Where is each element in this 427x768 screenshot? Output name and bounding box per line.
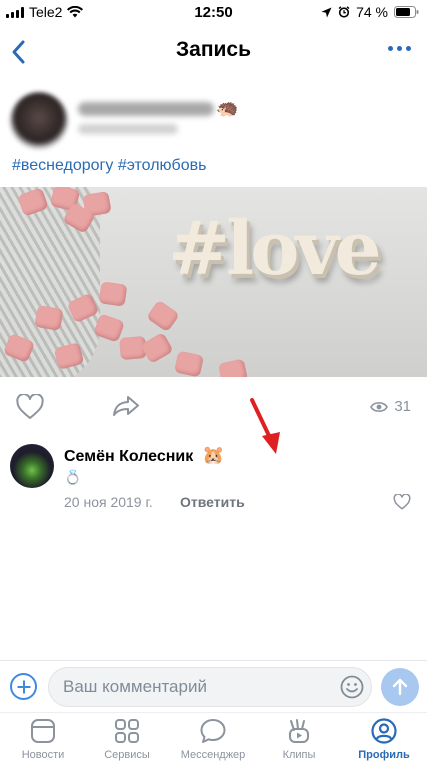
comment-input-bar [0,660,427,712]
post-hashtags[interactable]: #веснедорогу #этолюбовь [12,157,206,175]
ring-emoji-icon: 💍 [64,469,82,485]
tab-profile[interactable]: Профиль [341,717,427,761]
views-counter: 31 [370,398,411,415]
author-name-blurred[interactable] [78,102,214,116]
messenger-icon [200,719,226,743]
services-icon [115,719,139,743]
tab-services[interactable]: Сервисы [84,717,170,761]
battery-icon [394,6,419,18]
post-actions: 31 [0,392,427,422]
comment-like-heart-icon[interactable] [393,494,411,510]
reply-button[interactable]: Ответить [180,494,245,510]
comment-date: 20 ноя 2019 г. [64,494,153,510]
page-title: Запись [175,38,252,61]
attach-plus-icon[interactable] [10,673,37,700]
navigation-bar: Запись [0,28,427,76]
more-options-icon[interactable] [388,46,411,51]
love-wooden-letters: #love [168,206,382,292]
post-date-blurred [78,124,178,134]
post-header: 🦔 [10,90,420,150]
tab-bar: Новости Сервисы Мессенджер Клипы Профиль [0,712,427,768]
commenter-name[interactable]: Семён Колесник [64,448,193,466]
hamster-sticker-icon: 🐹 [202,445,225,465]
alarm-icon [338,6,350,18]
comment-input[interactable] [48,667,372,707]
location-icon [321,7,332,17]
tab-clips[interactable]: Клипы [256,717,342,761]
send-button[interactable] [381,668,419,706]
tab-news[interactable]: Новости [0,717,86,761]
status-bar: Tele2 12:50 74 % [0,0,427,24]
tab-messenger[interactable]: Мессенджер [170,717,256,761]
author-avatar[interactable] [10,92,68,150]
emoji-smile-icon[interactable] [340,675,364,699]
news-icon [31,719,55,743]
hedgehog-sticker-icon: 🦔 [216,98,239,118]
commenter-avatar[interactable] [10,444,54,488]
comment-item: Семён Колесник 🐹 💍 20 ноя 2019 г. Ответи… [0,440,427,520]
like-heart-icon[interactable] [16,394,44,420]
profile-icon [371,718,397,744]
battery-percent: 74 % [356,4,388,20]
send-arrow-up-icon [392,678,408,696]
post-photo[interactable]: #love [0,187,427,377]
eye-icon [370,401,389,412]
share-arrow-icon[interactable] [112,394,140,418]
clips-icon [289,719,309,743]
